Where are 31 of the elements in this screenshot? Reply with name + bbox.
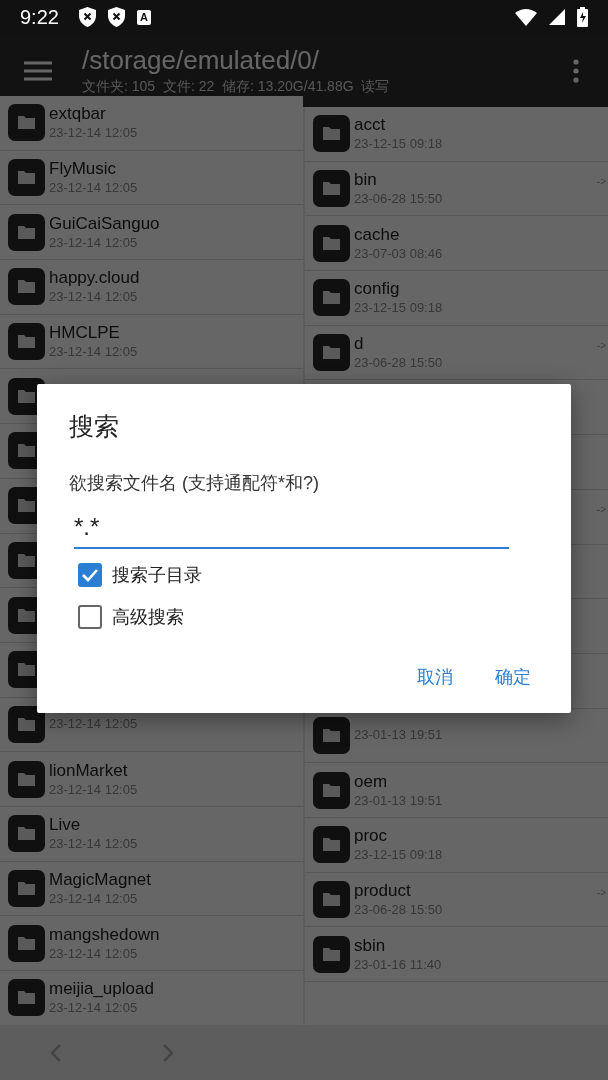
folder-name: d [354, 333, 365, 355]
notification-icon: A [136, 9, 151, 25]
folder-name: meijia_upload [49, 978, 155, 1000]
folder-name: lionMarket [49, 759, 129, 781]
link-arrow: -> [596, 503, 606, 515]
folder-name: config [354, 278, 401, 300]
field-label: 欲搜索文件名 (支持通配符*和?) [69, 472, 319, 495]
folder-name: mangshedown [49, 923, 161, 945]
checkbox-label: 搜索子目录 [112, 564, 202, 587]
folder-name: bin [354, 169, 378, 191]
folder-path: /storage/emulated/0/ [82, 45, 321, 76]
clock: 9:22 [20, 5, 59, 29]
folder-name: GuiCaiSanguo [49, 212, 161, 234]
folder-name: cache [354, 223, 401, 245]
checkbox-label: 高级搜索 [112, 606, 184, 629]
storage-info: 文件夹: 105 文件: 22 储存: 13.20G/41.88G 读写 [82, 78, 391, 96]
folder-name: proc [354, 825, 389, 847]
folder-name: oem [354, 770, 389, 792]
folder-name: HMCLPE [49, 322, 121, 344]
folder-name: product [354, 879, 412, 901]
folder-name: happy.cloud [49, 267, 141, 289]
folder-name: Live [49, 814, 82, 836]
folder-name: acct [354, 114, 387, 136]
folder-name: FlyMusic [49, 158, 118, 180]
folder-name: sbin [354, 934, 387, 956]
link-arrow: -> [596, 339, 606, 351]
dialog-title: 搜索 [69, 411, 119, 442]
folder-name: extqbar [49, 103, 107, 125]
link-arrow: -> [596, 886, 606, 898]
link-arrow: -> [596, 175, 606, 187]
folder-name: MagicMagnet [49, 868, 153, 890]
